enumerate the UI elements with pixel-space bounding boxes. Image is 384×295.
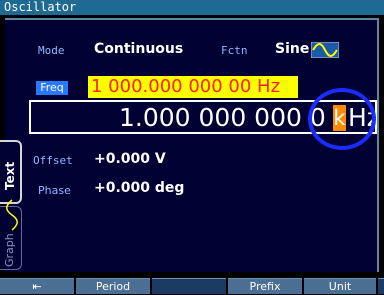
oscillator-screen: Oscillator Mode Continuous Fctn Sine Fre… (0, 0, 384, 294)
softkey-empty[interactable] (152, 278, 226, 294)
frequency-entry-unit: Hz (348, 103, 377, 132)
softkey-prefix[interactable]: Prefix (228, 278, 302, 294)
offset-value[interactable]: +0.000 V (94, 151, 166, 167)
softkey-bar: ⇤ Period Prefix Unit (0, 278, 384, 294)
softkey-spacer (378, 278, 384, 294)
mode-value[interactable]: Continuous (94, 41, 183, 57)
offset-label: Offset (33, 154, 73, 167)
function-value[interactable]: Sine (275, 41, 309, 57)
title-bar: Oscillator (0, 0, 384, 15)
softkey-period[interactable]: Period (76, 278, 150, 294)
frequency-entry-field[interactable]: 1.000 000 000 0 k Hz (29, 100, 377, 134)
mode-label: Mode (38, 44, 65, 57)
frequency-label[interactable]: Freq (36, 81, 68, 95)
phase-label: Phase (38, 184, 71, 197)
tab-text[interactable]: Text (0, 140, 22, 204)
tab-graph-label: Graph (3, 233, 16, 267)
tab-text-label: Text (3, 161, 17, 190)
function-label: Fctn (221, 44, 248, 57)
softkey-back[interactable]: ⇤ (0, 278, 74, 294)
window-title: Oscillator (4, 0, 77, 14)
unit-prefix-cursor[interactable]: k (333, 105, 346, 131)
frequency-entry-text: 1.000 000 000 0 (119, 103, 326, 132)
phase-value[interactable]: +0.000 deg (94, 180, 184, 196)
frequency-value[interactable]: 1 000.000 000 00 Hz (88, 76, 298, 98)
softkey-unit[interactable]: Unit (304, 278, 376, 294)
graph-sine-icon (6, 199, 18, 231)
sine-wave-icon (311, 42, 339, 58)
